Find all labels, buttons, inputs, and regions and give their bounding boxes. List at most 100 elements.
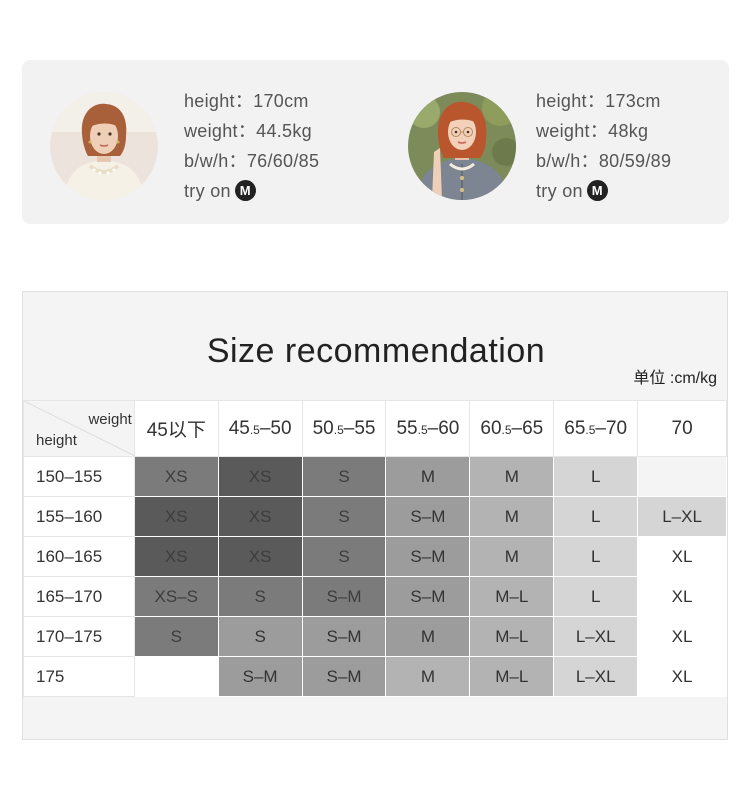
weight-column-header: 60.5–65 bbox=[469, 400, 555, 457]
size-cell: S–M bbox=[301, 656, 387, 697]
weight-range-pre: 65 bbox=[564, 417, 586, 439]
size-table: weight height 45以下 45.5–50 50.5–55 55.5–60 6… bbox=[23, 400, 727, 697]
weight-column-header: 45.5–50 bbox=[217, 400, 303, 457]
table-corner: weight height bbox=[23, 400, 135, 457]
size-cell: S bbox=[133, 616, 219, 657]
size-cell: M bbox=[469, 536, 555, 577]
model-2-measurements: height：173cm weight：48kg b/w/h：80/59/89 … bbox=[536, 86, 671, 206]
height-range-cell: 160–165 bbox=[23, 536, 135, 577]
size-cell: L bbox=[553, 496, 639, 537]
weight-range-post: –50 bbox=[259, 417, 292, 439]
table-row: 155–160 XS XS S S–M M L L–XL bbox=[23, 496, 727, 537]
weight-header-row: weight height 45以下 45.5–50 50.5–55 55.5–60 6… bbox=[23, 400, 727, 457]
corner-height-label: height bbox=[36, 432, 77, 449]
size-cell bbox=[637, 456, 727, 497]
height-range-cell: 155–160 bbox=[23, 496, 135, 537]
size-cell: M bbox=[385, 616, 471, 657]
weight-range-sub: .5 bbox=[585, 422, 596, 437]
try-on-label: try on bbox=[184, 181, 231, 201]
size-cell: XS bbox=[133, 496, 219, 537]
size-cell: L bbox=[553, 576, 639, 617]
weight-range-post: –70 bbox=[595, 417, 628, 439]
size-cell: M bbox=[385, 456, 471, 497]
table-row: 165–170 XS–S S S–M S–M M–L L XL bbox=[23, 576, 727, 617]
size-cell: S–M bbox=[217, 656, 303, 697]
weight-range-pre: 50 bbox=[312, 417, 334, 439]
table-row: 170–175 S S S–M M M–L L–XL XL bbox=[23, 616, 727, 657]
size-cell: S bbox=[301, 496, 387, 537]
model-2-try-on: try on M bbox=[536, 176, 671, 206]
size-cell: S bbox=[217, 616, 303, 657]
try-on-label: try on bbox=[536, 181, 583, 201]
size-cell: S bbox=[217, 576, 303, 617]
size-cell: S bbox=[301, 456, 387, 497]
size-cell: XS bbox=[217, 456, 303, 497]
size-cell: M bbox=[469, 496, 555, 537]
weight-column-header: 70 bbox=[637, 400, 727, 457]
weight-column-header: 45以下 bbox=[133, 400, 219, 457]
size-badge-icon: M bbox=[586, 179, 608, 201]
size-cell: L–XL bbox=[553, 616, 639, 657]
height-range-cell: 150–155 bbox=[23, 456, 135, 497]
model-1-try-on: try on M bbox=[184, 176, 319, 206]
weight-range-post: –55 bbox=[343, 417, 376, 439]
height-range-cell: 175 bbox=[23, 656, 135, 697]
model-1-height: height：170cm bbox=[184, 91, 309, 111]
weight-range-post: –65 bbox=[511, 417, 544, 439]
size-cell: M bbox=[385, 656, 471, 697]
table-row: 175 S–M S–M M M–L L–XL XL bbox=[23, 656, 727, 697]
size-cell bbox=[133, 656, 219, 697]
weight-range-pre: 60 bbox=[480, 417, 502, 439]
size-cell: M–L bbox=[469, 616, 555, 657]
weight-column-header: 50.5–55 bbox=[301, 400, 387, 457]
weight-range-sub: .5 bbox=[249, 422, 260, 437]
weight-range-post: –60 bbox=[427, 417, 460, 439]
size-cell: M bbox=[469, 456, 555, 497]
size-title: Size recommendation bbox=[206, 332, 546, 370]
size-cell: L bbox=[553, 456, 639, 497]
size-cell: XL bbox=[637, 536, 727, 577]
model-2-height: height：173cm bbox=[536, 91, 661, 111]
weight-column-header: 65.5–70 bbox=[553, 400, 639, 457]
weight-range-sub: .5 bbox=[417, 422, 428, 437]
corner-weight-label: weight bbox=[88, 411, 132, 428]
size-cell: L–XL bbox=[637, 496, 727, 537]
model-2-bwh: b/w/h：80/59/89 bbox=[536, 151, 672, 171]
size-cell: XS bbox=[217, 536, 303, 577]
size-cell: L–XL bbox=[553, 656, 639, 697]
size-cell: XL bbox=[637, 616, 727, 657]
model-2-photo bbox=[408, 92, 516, 200]
table-row: 160–165 XS XS S S–M M L XL bbox=[23, 536, 727, 577]
size-cell: M–L bbox=[469, 656, 555, 697]
table-row: 150–155 XS XS S M M L bbox=[23, 456, 727, 497]
size-cell: S–M bbox=[301, 616, 387, 657]
height-range-cell: 165–170 bbox=[23, 576, 135, 617]
model-1-photo bbox=[50, 92, 158, 200]
weight-range-sub: .5 bbox=[501, 422, 512, 437]
size-cell: S bbox=[301, 536, 387, 577]
size-cell: XL bbox=[637, 576, 727, 617]
weight-column-header: 55.5–60 bbox=[385, 400, 471, 457]
unit-label: 单位 :cm/kg bbox=[633, 370, 717, 387]
size-badge-icon: M bbox=[234, 179, 256, 201]
weight-range-sub: .5 bbox=[333, 422, 344, 437]
height-range-cell: 170–175 bbox=[23, 616, 135, 657]
weight-range-pre: 55 bbox=[396, 417, 418, 439]
size-cell: S–M bbox=[385, 496, 471, 537]
model-info-card: height：170cm weight：44.5kg b/w/h：76/60/8… bbox=[22, 60, 729, 224]
size-cell: XS bbox=[133, 456, 219, 497]
size-cell: XS bbox=[133, 536, 219, 577]
size-recommendation-panel: Size recommendation 单位 :cm/kg weight hei… bbox=[22, 291, 728, 740]
size-cell: XS bbox=[217, 496, 303, 537]
model-1-bwh: b/w/h：76/60/85 bbox=[184, 151, 320, 171]
size-cell: XL bbox=[637, 656, 727, 697]
size-cell: S–M bbox=[385, 576, 471, 617]
model-2-weight: weight：48kg bbox=[536, 121, 649, 141]
size-cell: XS–S bbox=[133, 576, 219, 617]
size-cell: S–M bbox=[385, 536, 471, 577]
weight-range-pre: 45 bbox=[228, 417, 250, 439]
size-cell: M–L bbox=[469, 576, 555, 617]
size-cell: S–M bbox=[301, 576, 387, 617]
size-cell: L bbox=[553, 536, 639, 577]
model-1-measurements: height：170cm weight：44.5kg b/w/h：76/60/8… bbox=[184, 86, 319, 206]
